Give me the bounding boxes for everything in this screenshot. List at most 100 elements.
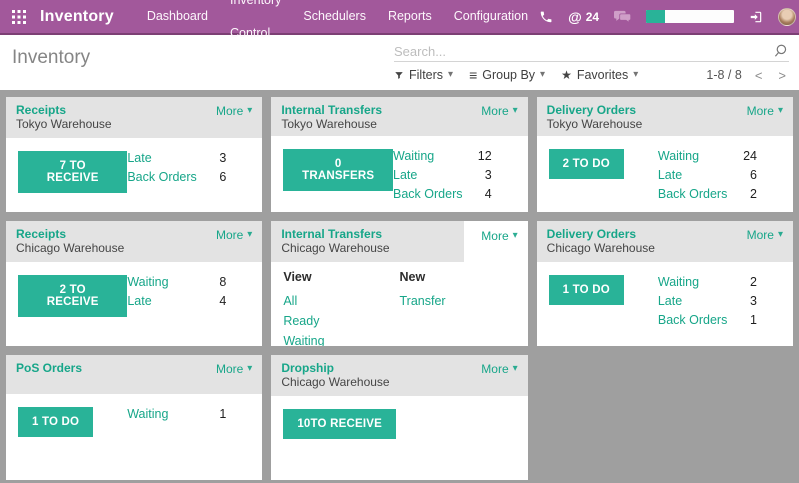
- dropdown-section-new: New: [399, 270, 515, 284]
- buffer-progress-bar[interactable]: [646, 10, 734, 23]
- empty-grid-cell: [537, 355, 793, 480]
- new-link-transfer[interactable]: Transfer: [399, 291, 515, 311]
- card-receipts-chicago: Receipts Chicago Warehouse More ▾ 2 TO R…: [6, 221, 262, 346]
- search-bar: [394, 43, 789, 62]
- main-menu: Dashboard Inventory Control Schedulers R…: [136, 0, 539, 33]
- card-title-link[interactable]: Receipts: [16, 227, 198, 241]
- search-options-row: Filters ▾ ≡ Group By ▾ ★ Favorites ▾ 1-8…: [394, 67, 789, 86]
- pager-value[interactable]: 1-8 / 8: [706, 68, 741, 82]
- primary-action-button[interactable]: 0 TRANSFERS: [283, 149, 393, 191]
- card-title-link[interactable]: Delivery Orders: [547, 103, 729, 117]
- filter-funnel-icon: [394, 70, 404, 81]
- card-delivery-orders-tokyo: Delivery Orders Tokyo Warehouse More ▾ 2…: [537, 97, 793, 212]
- primary-action-button[interactable]: 1 TO DO: [18, 407, 93, 437]
- stat-row[interactable]: Late 3: [127, 149, 226, 168]
- card-title-link[interactable]: Internal Transfers: [281, 103, 463, 117]
- stat-row[interactable]: Back Orders 6: [127, 168, 226, 187]
- card-header: PoS Orders More ▾: [6, 355, 262, 394]
- pager-next-icon[interactable]: >: [775, 68, 789, 83]
- stat-row[interactable]: Late 3: [393, 166, 492, 185]
- more-dropdown-panel: View All Ready Waiting New Transfer Sett…: [271, 262, 527, 346]
- more-dropdown-button[interactable]: More ▾: [481, 104, 517, 118]
- card-subtitle: Chicago Warehouse: [547, 241, 729, 256]
- apps-grid-icon[interactable]: [12, 10, 26, 24]
- menu-item-reports[interactable]: Reports: [377, 0, 443, 33]
- card-internal-transfers-chicago-expanded: Internal Transfers Chicago Warehouse Mor…: [271, 221, 527, 346]
- search-icon[interactable]: [773, 43, 789, 59]
- card-stats: Late 3 Back Orders 6: [127, 149, 250, 187]
- star-icon: ★: [561, 68, 572, 82]
- card-title-link[interactable]: Internal Transfers: [281, 227, 453, 241]
- more-dropdown-button[interactable]: More ▾: [216, 228, 252, 242]
- card-stats: Waiting 8 Late 4: [127, 273, 250, 311]
- caret-down-icon: ▾: [448, 70, 453, 80]
- control-panel: Inventory Filters ▾ ≡ Group By: [0, 35, 799, 90]
- filters-button[interactable]: Filters ▾: [394, 68, 453, 82]
- primary-action-button[interactable]: 1 TO DO: [549, 275, 624, 305]
- view-link-all[interactable]: All: [283, 291, 399, 311]
- card-title-link[interactable]: PoS Orders: [16, 361, 198, 375]
- primary-action-button[interactable]: 2 TO DO: [549, 149, 624, 179]
- caret-down-icon: ▾: [513, 106, 518, 116]
- stat-row[interactable]: Waiting 1: [127, 405, 226, 424]
- card-title-link[interactable]: Dropship: [281, 361, 463, 375]
- user-menu[interactable]: Administrator ▾: [778, 8, 799, 26]
- stat-row[interactable]: Late 6: [658, 166, 757, 185]
- card-header: Delivery Orders Tokyo Warehouse More ▾: [537, 97, 793, 136]
- dropdown-section-view: View: [283, 270, 399, 284]
- primary-action-button[interactable]: 10TO RECEIVE: [283, 409, 396, 439]
- card-delivery-orders-chicago: Delivery Orders Chicago Warehouse More ▾…: [537, 221, 793, 346]
- top-navbar: Inventory Dashboard Inventory Control Sc…: [0, 0, 799, 35]
- primary-action-button[interactable]: 2 TO RECEIVE: [18, 275, 127, 317]
- stat-row[interactable]: Back Orders 1: [658, 311, 757, 330]
- more-dropdown-button[interactable]: More ▾: [481, 362, 517, 376]
- menu-item-inventory-control[interactable]: Inventory Control: [219, 0, 292, 50]
- kanban-dashboard: Receipts Tokyo Warehouse More ▾ 7 TO REC…: [0, 90, 799, 483]
- card-stats: Waiting 12 Late 3 Back Orders 4: [393, 147, 516, 204]
- view-link-ready[interactable]: Ready: [283, 311, 399, 331]
- stat-row[interactable]: Late 4: [127, 292, 226, 311]
- more-dropdown-button[interactable]: More ▾: [216, 104, 252, 118]
- group-by-button[interactable]: ≡ Group By ▾: [469, 67, 545, 83]
- caret-down-icon: ▾: [778, 106, 783, 116]
- card-receipts-tokyo: Receipts Tokyo Warehouse More ▾ 7 TO REC…: [6, 97, 262, 212]
- activities-badge[interactable]: @ 24: [568, 9, 599, 25]
- stat-row[interactable]: Back Orders 4: [393, 185, 492, 204]
- card-stats: Waiting 2 Late 3 Back Orders 1: [658, 273, 781, 330]
- card-internal-transfers-tokyo: Internal Transfers Tokyo Warehouse More …: [271, 97, 527, 212]
- more-dropdown-button[interactable]: More ▾: [747, 104, 783, 118]
- buffer-progress-fill: [646, 10, 665, 23]
- card-dropship-chicago: Dropship Chicago Warehouse More ▾ 10TO R…: [271, 355, 527, 480]
- card-subtitle: Chicago Warehouse: [16, 241, 198, 256]
- stat-row[interactable]: Waiting 2: [658, 273, 757, 292]
- pager: 1-8 / 8 < >: [706, 68, 789, 83]
- more-dropdown-button[interactable]: More ▾: [216, 362, 252, 376]
- caret-down-icon: ▾: [513, 231, 518, 241]
- favorites-button[interactable]: ★ Favorites ▾: [561, 68, 638, 82]
- caret-down-icon: ▾: [247, 230, 252, 240]
- card-subtitle: Tokyo Warehouse: [547, 117, 729, 132]
- more-dropdown-button[interactable]: More ▾: [747, 228, 783, 242]
- menu-item-schedulers[interactable]: Schedulers: [292, 0, 377, 33]
- search-input[interactable]: [394, 44, 773, 59]
- stat-row[interactable]: Waiting 12: [393, 147, 492, 166]
- caret-down-icon: ▾: [633, 70, 638, 80]
- stat-row[interactable]: Waiting 24: [658, 147, 757, 166]
- phone-icon[interactable]: [539, 10, 553, 24]
- primary-action-button[interactable]: 7 TO RECEIVE: [18, 151, 127, 193]
- stat-row[interactable]: Waiting 8: [127, 273, 226, 292]
- messages-icon[interactable]: [614, 10, 631, 24]
- view-link-waiting[interactable]: Waiting: [283, 331, 399, 346]
- card-title-link[interactable]: Receipts: [16, 103, 198, 117]
- more-dropdown-button[interactable]: More ▾: [481, 229, 517, 243]
- stat-row[interactable]: Back Orders 2: [658, 185, 757, 204]
- stat-row[interactable]: Late 3: [658, 292, 757, 311]
- user-avatar: [778, 8, 796, 26]
- card-header: Dropship Chicago Warehouse More ▾: [271, 355, 527, 396]
- card-stats: Waiting 24 Late 6 Back Orders 2: [658, 147, 781, 204]
- pager-previous-icon[interactable]: <: [752, 68, 766, 83]
- sign-in-icon[interactable]: [749, 10, 763, 24]
- menu-item-configuration[interactable]: Configuration: [443, 0, 539, 33]
- menu-item-dashboard[interactable]: Dashboard: [136, 0, 219, 33]
- card-title-link[interactable]: Delivery Orders: [547, 227, 729, 241]
